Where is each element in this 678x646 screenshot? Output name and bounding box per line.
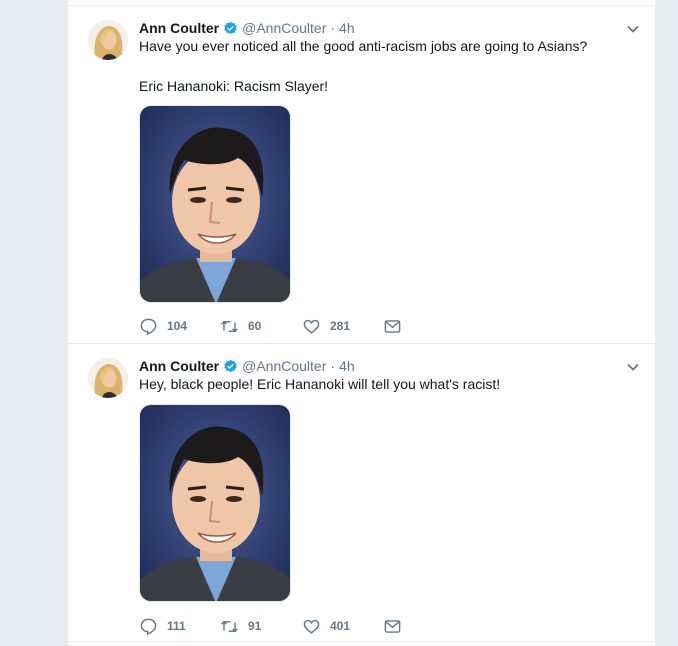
chevron-down-icon[interactable] xyxy=(625,21,641,37)
retweet-icon xyxy=(221,320,238,332)
tweet-photo[interactable] xyxy=(139,105,291,303)
tweet-photo[interactable] xyxy=(139,404,291,602)
retweet-count: 60 xyxy=(248,319,262,333)
separator-dot: · xyxy=(330,20,336,36)
tweet-text-line: Hey, black people! Eric Hananoki will te… xyxy=(139,376,501,392)
avatar[interactable] xyxy=(88,20,128,60)
author-handle[interactable]: @AnnCoulter xyxy=(242,358,326,374)
reply-button[interactable]: 104 xyxy=(139,317,220,336)
like-count: 401 xyxy=(330,619,351,633)
verified-badge-icon xyxy=(223,359,238,374)
tweet[interactable]: Ann Coulter @AnnCoulter · 4h Have you ev… xyxy=(68,6,655,344)
author-handle[interactable]: @AnnCoulter xyxy=(242,20,326,36)
direct-message-button[interactable] xyxy=(383,317,402,336)
author-name[interactable]: Ann Coulter xyxy=(139,358,219,374)
tweet-text-line: Have you ever noticed all the good anti-… xyxy=(139,38,588,54)
tweet-timestamp[interactable]: 4h xyxy=(339,20,355,36)
tweet-text-line: Eric Hananoki: Racism Slayer! xyxy=(139,78,329,94)
tweet-text: Have you ever noticed all the good anti-… xyxy=(139,36,639,96)
like-button[interactable]: 281 xyxy=(302,317,383,336)
separator-dot: · xyxy=(330,358,336,374)
tweet-actions: 104 60 281 xyxy=(139,316,402,336)
reply-icon xyxy=(140,318,157,335)
reply-icon xyxy=(140,618,157,635)
timeline: Ann Coulter @AnnCoulter · 4h Have you ev… xyxy=(67,0,656,646)
retweet-icon xyxy=(221,620,238,632)
reply-count: 104 xyxy=(167,319,188,333)
reply-count: 111 xyxy=(167,619,186,633)
reply-button[interactable]: 111 xyxy=(139,617,220,636)
retweet-button[interactable]: 60 xyxy=(220,317,302,336)
tweet-actions: 111 91 401 xyxy=(139,616,402,636)
tweet-text-line xyxy=(139,56,639,76)
heart-icon xyxy=(303,319,320,334)
retweet-button[interactable]: 91 xyxy=(220,617,302,636)
tweet[interactable]: Ann Coulter @AnnCoulter · 4h Hey, black … xyxy=(68,344,655,642)
tweet-timestamp[interactable]: 4h xyxy=(339,358,355,374)
like-button[interactable]: 401 xyxy=(302,617,383,636)
envelope-icon xyxy=(384,619,401,633)
tweet-text: Hey, black people! Eric Hananoki will te… xyxy=(139,374,639,394)
retweet-count: 91 xyxy=(248,619,262,633)
chevron-down-icon[interactable] xyxy=(625,359,641,375)
heart-icon xyxy=(303,619,320,634)
envelope-icon xyxy=(384,319,401,333)
avatar[interactable] xyxy=(88,358,128,398)
verified-badge-icon xyxy=(223,21,238,36)
author-name[interactable]: Ann Coulter xyxy=(139,20,219,36)
like-count: 281 xyxy=(330,319,351,333)
direct-message-button[interactable] xyxy=(383,617,402,636)
